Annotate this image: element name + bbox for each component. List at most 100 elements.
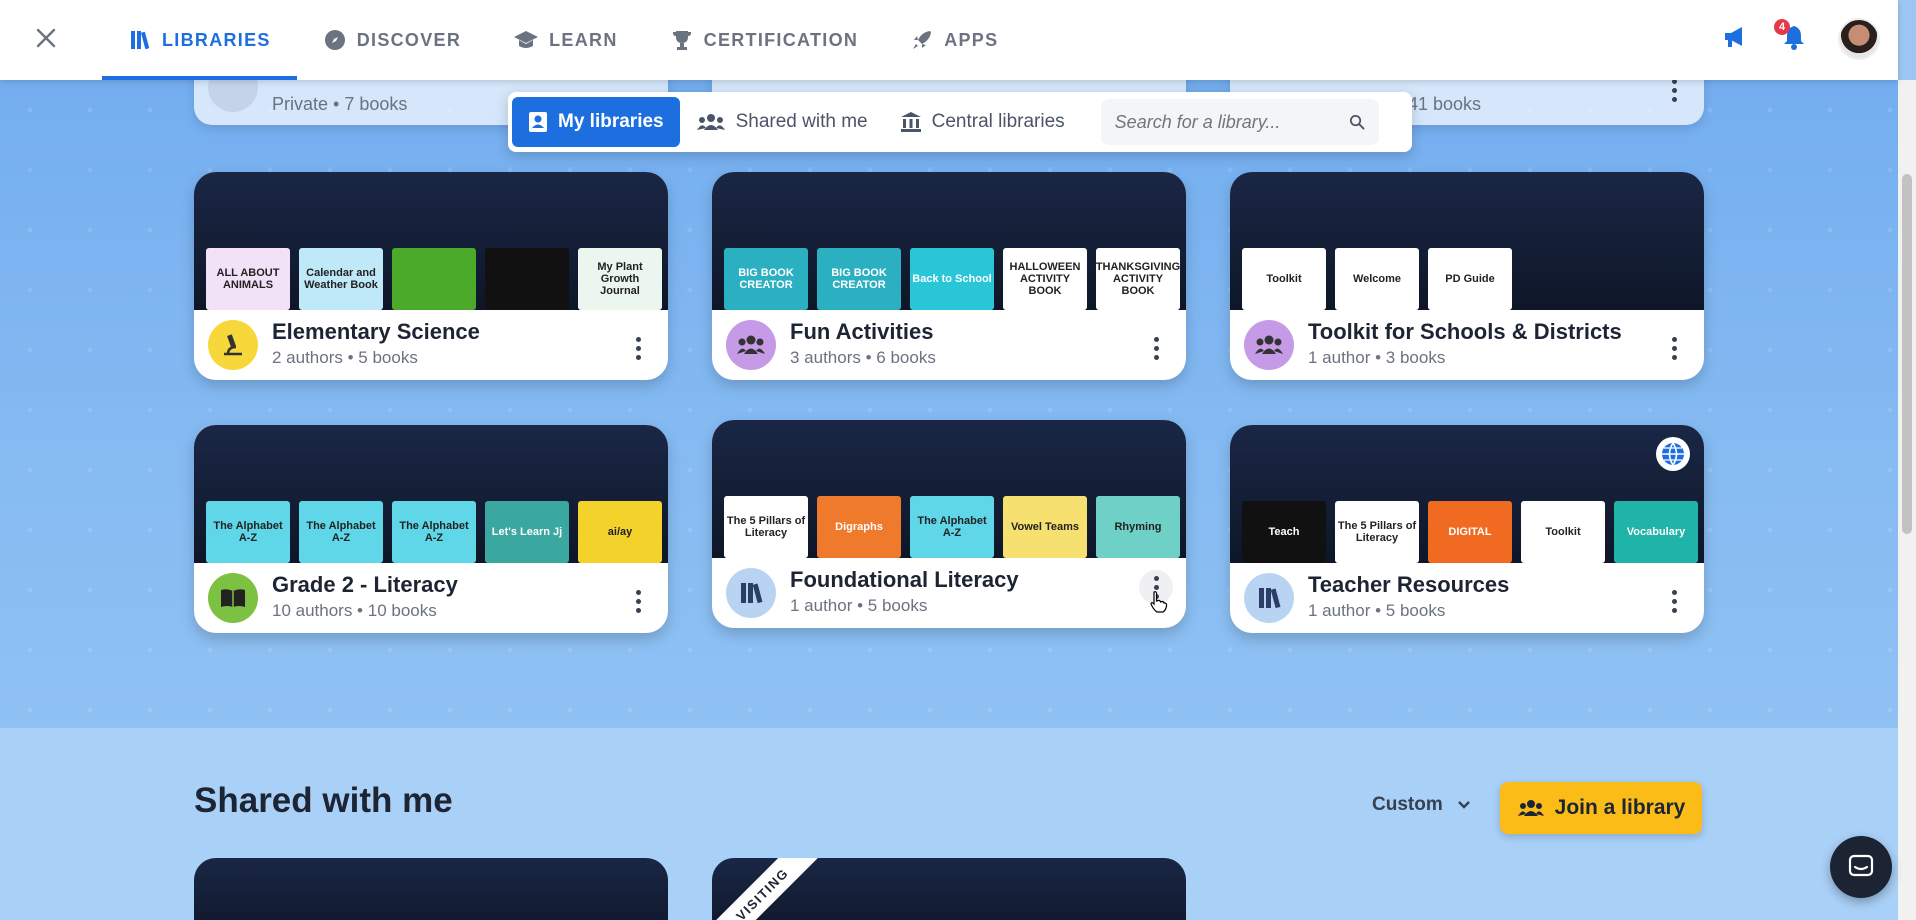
nav-label: LEARN: [549, 29, 618, 50]
sort-dropdown[interactable]: Custom: [1372, 794, 1471, 816]
notifications-icon[interactable]: 4: [1774, 18, 1808, 56]
nav-label: APPS: [944, 29, 999, 50]
library-title: Foundational Literacy: [790, 567, 1019, 592]
library-cover: Toolkit Welcome PD Guide: [1230, 172, 1704, 310]
book-thumbnail[interactable]: My Plant Growth Journal: [578, 248, 662, 310]
search-input[interactable]: [1114, 111, 1349, 133]
library-title: Elementary Science: [272, 319, 480, 344]
library-meta: 2 authors • 5 books: [272, 348, 418, 367]
close-icon[interactable]: [30, 22, 62, 54]
section-title: Shared with me: [194, 781, 453, 820]
book-thumbnail[interactable]: Calendar and Weather Book: [299, 248, 383, 310]
library-meta: 1 author • 5 books: [1308, 601, 1446, 620]
group-icon: [726, 320, 776, 370]
book-thumbnail[interactable]: PD Guide: [1428, 248, 1512, 310]
nav-discover[interactable]: DISCOVER: [297, 0, 487, 80]
library-cover: Teach The 5 Pillars of Literacy DIGITAL Too…: [1230, 425, 1704, 563]
book-thumbnail[interactable]: ai/ay: [578, 501, 662, 563]
shared-library-card[interactable]: [194, 858, 668, 920]
library-card[interactable]: Toolkit Welcome PD Guide Toolkit for School…: [1230, 172, 1704, 380]
library-meta: 1 author • 3 books: [1308, 348, 1446, 367]
book-thumbnail[interactable]: [392, 248, 476, 310]
pointer-cursor-icon: [1150, 591, 1168, 613]
scroll-thumb[interactable]: [1902, 174, 1912, 534]
library-title: Grade 2 - Literacy: [272, 572, 458, 597]
library-cover: The Alphabet A-Z The Alphabet A-Z The Alph…: [194, 425, 668, 563]
book-thumbnail[interactable]: THANKSGIVING ACTIVITY BOOK: [1096, 248, 1180, 310]
book-thumbnail[interactable]: DIGITAL: [1428, 501, 1512, 563]
more-options-button[interactable]: [626, 585, 650, 617]
chat-button[interactable]: [1830, 836, 1892, 898]
tab-shared-with-me[interactable]: Shared with me: [680, 97, 884, 147]
bookshelf-icon: [726, 568, 776, 618]
more-options-button[interactable]: [1144, 332, 1168, 364]
tab-label: My libraries: [558, 111, 664, 132]
library-meta: Private • 7 books: [272, 94, 408, 114]
scrollbar[interactable]: [1898, 80, 1916, 920]
book-thumbnail[interactable]: BIG BOOK CREATOR: [817, 248, 901, 310]
libraries-icon: [131, 31, 150, 50]
more-options-button[interactable]: [1662, 332, 1686, 364]
library-card[interactable]: The Alphabet A-Z The Alphabet A-Z The Alph…: [194, 425, 668, 633]
book-thumbnail[interactable]: Welcome: [1335, 248, 1419, 310]
chat-icon: [1848, 854, 1874, 877]
person-badge-icon: [529, 112, 547, 132]
book-thumbnail[interactable]: HALLOWEEN ACTIVITY BOOK: [1003, 248, 1087, 310]
book-thumbnail[interactable]: [485, 248, 569, 310]
chevron-down-icon: [1457, 801, 1470, 809]
library-card[interactable]: Teach The 5 Pillars of Literacy DIGITAL Too…: [1230, 425, 1704, 633]
more-options-button[interactable]: [1662, 585, 1686, 617]
book-thumbnail[interactable]: The Alphabet A-Z: [910, 496, 994, 558]
book-thumbnail[interactable]: Toolkit: [1242, 248, 1326, 310]
group-icon: [1244, 320, 1294, 370]
book-thumbnail[interactable]: Let's Learn Jj: [485, 501, 569, 563]
bookshelf-icon: [1244, 573, 1294, 623]
library-cover: ALL ABOUT ANIMALS Calendar and Weather Bo…: [194, 172, 668, 310]
graduation-cap-icon: [514, 31, 539, 48]
book-thumbnail[interactable]: The Alphabet A-Z: [206, 501, 290, 563]
nav-libraries[interactable]: LIBRARIES: [102, 0, 297, 80]
top-navigation: LIBRARIES DISCOVER LEARN CERTIFICATION A…: [0, 0, 1898, 80]
join-label: Join a library: [1554, 796, 1686, 819]
library-card[interactable]: The 5 Pillars of Literacy Digraphs The Alp…: [712, 420, 1186, 628]
book-thumbnail[interactable]: Teach: [1242, 501, 1326, 563]
book-thumbnail[interactable]: The Alphabet A-Z: [392, 501, 476, 563]
library-title: Fun Activities: [790, 319, 934, 344]
avatar[interactable]: [1838, 18, 1880, 60]
book-thumbnail[interactable]: Rhyming: [1096, 496, 1180, 558]
book-thumbnail[interactable]: The Alphabet A-Z: [299, 501, 383, 563]
library-meta: 3 authors • 6 books: [790, 348, 936, 367]
more-options-button[interactable]: [626, 332, 650, 364]
nav-label: DISCOVER: [356, 29, 462, 50]
shared-library-card[interactable]: VISITING: [712, 858, 1186, 920]
library-title: Teacher Resources: [1308, 572, 1510, 597]
book-thumbnail[interactable]: Vowel Teams: [1003, 496, 1087, 558]
institution-icon: [900, 112, 921, 132]
nav-learn[interactable]: LEARN: [487, 0, 644, 80]
book-thumbnail[interactable]: Toolkit: [1521, 501, 1605, 563]
library-card[interactable]: BIG BOOK CREATOR BIG BOOK CREATOR Back to …: [712, 172, 1186, 380]
book-thumbnail[interactable]: The 5 Pillars of Literacy: [724, 496, 808, 558]
announcements-icon[interactable]: [1722, 24, 1750, 55]
library-cover: BIG BOOK CREATOR BIG BOOK CREATOR Back to …: [712, 172, 1186, 310]
globe-icon: [1656, 437, 1690, 471]
tab-central-libraries[interactable]: Central libraries: [884, 97, 1081, 147]
library-meta: 10 authors • 10 books: [272, 601, 437, 620]
library-tabs: My libraries Shared with me Central libr…: [508, 92, 1412, 152]
library-meta: 1 author • 5 books: [790, 596, 928, 615]
book-thumbnail[interactable]: The 5 Pillars of Literacy: [1335, 501, 1419, 563]
library-cover: The 5 Pillars of Literacy Digraphs The Alp…: [712, 420, 1186, 558]
tab-my-libraries[interactable]: My libraries: [512, 97, 680, 147]
book-thumbnail[interactable]: ALL ABOUT ANIMALS: [206, 248, 290, 310]
book-thumbnail[interactable]: BIG BOOK CREATOR: [724, 248, 808, 310]
nav-apps[interactable]: APPS: [884, 0, 1024, 80]
microscope-icon: [208, 320, 258, 370]
library-card[interactable]: ALL ABOUT ANIMALS Calendar and Weather Bo…: [194, 172, 668, 380]
search-icon[interactable]: [1349, 111, 1365, 133]
nav-certification[interactable]: CERTIFICATION: [644, 0, 885, 80]
book-thumbnail[interactable]: Vocabulary: [1614, 501, 1698, 563]
book-thumbnail[interactable]: Digraphs: [817, 496, 901, 558]
book-thumbnail[interactable]: Back to School: [910, 248, 994, 310]
join-library-button[interactable]: Join a library: [1500, 782, 1702, 834]
library-title: Toolkit for Schools & Districts: [1308, 319, 1622, 344]
